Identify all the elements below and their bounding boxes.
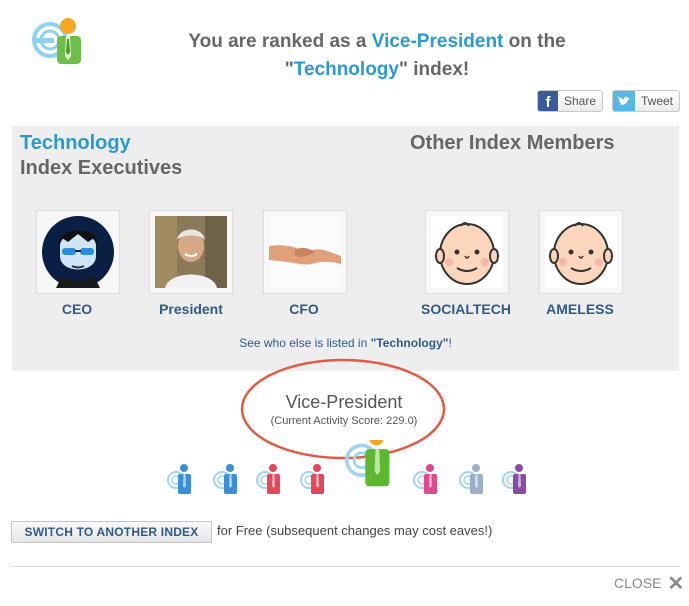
facebook-icon: f — [538, 91, 558, 111]
app-logo-icon — [30, 16, 88, 68]
close-label: CLOSE — [614, 575, 662, 591]
rank-level-icon — [299, 462, 327, 496]
twitter-bird-icon — [613, 91, 635, 111]
current-rank-title: Vice-President — [285, 392, 403, 412]
member-label-socialtech[interactable]: SOCIALTECH — [411, 301, 521, 317]
panel-title: Index Executives — [20, 157, 183, 179]
rank-level-icon — [458, 462, 486, 496]
see-others-text: See who else is listed in "Technology"! — [239, 336, 452, 350]
ceo-label[interactable]: CEO — [22, 301, 132, 317]
switch-index-note: for Free (subsequent changes may cost ea… — [217, 523, 493, 538]
ceo-card[interactable] — [36, 210, 120, 294]
current-level-icon — [343, 430, 395, 490]
rank-level-icon — [212, 462, 240, 496]
activity-score: (Current Activity Score: 229.0) — [270, 415, 418, 427]
president-photo-icon — [155, 216, 227, 288]
other-members-title: Other Index Members — [410, 132, 615, 154]
member-label-ameless[interactable]: AMELESS — [525, 301, 635, 317]
rank-level-icon — [255, 462, 283, 496]
facebook-share-button[interactable]: f Share — [537, 90, 603, 112]
rank-name: Vice-President — [371, 31, 504, 52]
baby-face-avatar-icon — [431, 216, 503, 288]
see-others-link[interactable]: "Technology" — [371, 336, 449, 350]
close-button[interactable]: CLOSE ✕ — [614, 572, 685, 595]
cfo-label[interactable]: CFO — [249, 301, 359, 317]
panel-index-name: Technology — [20, 132, 131, 154]
close-icon: ✕ — [667, 572, 685, 595]
handshake-photo-icon — [269, 216, 341, 288]
cfo-card[interactable] — [263, 210, 347, 294]
member-card-ameless[interactable] — [539, 210, 623, 294]
ceo-avatar-icon — [42, 216, 114, 288]
baby-face-avatar-icon — [545, 216, 617, 288]
rank-headline: You are ranked as a Vice-President on th… — [188, 31, 566, 80]
member-card-socialtech[interactable] — [425, 210, 509, 294]
president-label[interactable]: President — [136, 301, 246, 317]
index-name: Technology — [293, 59, 399, 80]
rank-level-icon — [501, 462, 529, 496]
switch-index-button[interactable]: SWITCH TO ANOTHER INDEX — [11, 521, 212, 543]
president-card[interactable] — [149, 210, 233, 294]
rank-level-icon — [412, 462, 440, 496]
rank-level-icon — [166, 462, 194, 496]
tweet-button[interactable]: Tweet — [612, 90, 680, 112]
footer-divider — [10, 566, 680, 567]
